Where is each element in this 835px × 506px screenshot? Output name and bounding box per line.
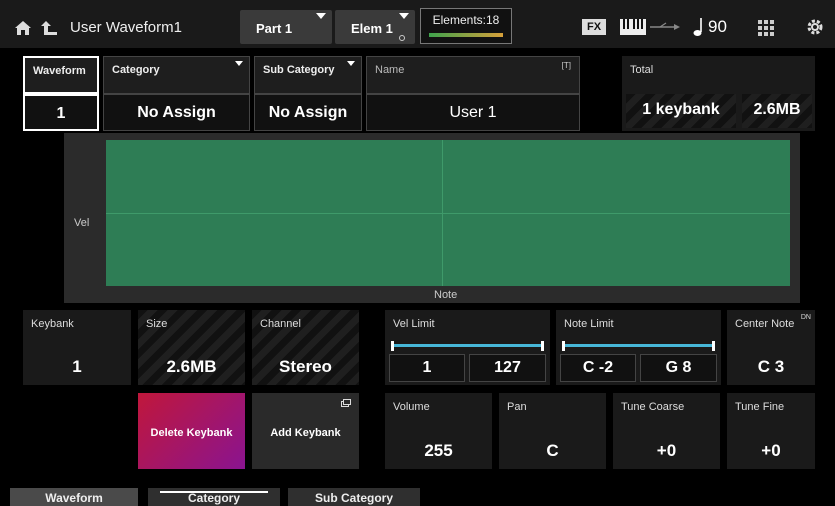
waveform-number[interactable]: 1 xyxy=(23,94,99,131)
pan-label: Pan xyxy=(507,401,527,413)
gear-icon[interactable] xyxy=(806,18,824,36)
vel-limit-high-handle[interactable] xyxy=(541,341,544,351)
volume-label: Volume xyxy=(393,401,430,413)
tune-fine-value: +0 xyxy=(761,441,781,460)
tune-coarse-value: +0 xyxy=(656,441,677,460)
tune-coarse-field[interactable]: Tune Coarse +0 xyxy=(613,393,720,469)
tempo-value[interactable]: 90 xyxy=(708,17,727,37)
fx-badge[interactable]: FX xyxy=(582,19,606,35)
delete-keybank-button[interactable]: Delete Keybank xyxy=(138,393,245,469)
caret-down-icon xyxy=(399,13,409,19)
name-value[interactable]: User 1 xyxy=(366,94,580,131)
note-limit-high[interactable]: G 8 xyxy=(640,354,717,382)
quarter-note-icon xyxy=(693,18,702,36)
name-header[interactable]: Name [T] xyxy=(366,56,580,94)
note-limit-high-handle[interactable] xyxy=(712,341,715,351)
elements-level-bar xyxy=(429,33,503,37)
note-limit-label: Note Limit xyxy=(564,318,614,330)
text-edit-icon: [T] xyxy=(561,61,571,70)
keybank-field[interactable]: Keybank 1 xyxy=(23,310,131,385)
sub-category-label: Sub Category xyxy=(263,64,335,76)
center-note-label: Center Note xyxy=(735,318,795,330)
keybank-label: Keybank xyxy=(31,318,74,330)
element-indicator-icon xyxy=(399,35,405,41)
sub-category-header[interactable]: Sub Category xyxy=(254,56,362,94)
tab-category-underline xyxy=(160,491,268,493)
keybank-value: 1 xyxy=(72,357,82,376)
total-label: Total xyxy=(630,64,654,76)
note-axis-label: Note xyxy=(434,289,458,301)
back-icon[interactable] xyxy=(40,20,58,36)
tab-sub-category-label: Sub Category xyxy=(314,491,393,505)
caret-down-icon xyxy=(316,13,326,19)
category-label: Category xyxy=(112,64,160,76)
elem-label: Elem 1 xyxy=(351,21,393,36)
size-label: Size xyxy=(146,318,168,330)
element-selector[interactable]: Elem 1 xyxy=(335,10,415,44)
total-size: 2.6MB xyxy=(742,94,812,128)
vel-limit-low-handle[interactable] xyxy=(391,341,394,351)
channel-value: Stereo xyxy=(279,357,332,376)
size-value: 2.6MB xyxy=(166,357,217,376)
vel-limit-label: Vel Limit xyxy=(393,318,435,330)
total-panel: Total 1 keybank 2.6MB xyxy=(622,56,815,131)
elements-label: Elements:18 xyxy=(432,13,500,27)
delete-keybank-label: Delete Keybank xyxy=(150,427,233,439)
channel-field: Channel Stereo xyxy=(252,310,359,385)
size-field: Size 2.6MB xyxy=(138,310,245,385)
tune-coarse-label: Tune Coarse xyxy=(621,401,685,413)
keyboard-input-icon[interactable]: DN xyxy=(801,314,811,321)
tab-category-label: Category xyxy=(187,491,240,505)
volume-value: 255 xyxy=(424,441,453,460)
popup-icon xyxy=(341,399,351,407)
top-bar: User Waveform1 Part 1 Elem 1 Elements:18… xyxy=(0,0,835,48)
tab-sub-category[interactable]: Sub Category xyxy=(288,488,420,506)
part-label: Part 1 xyxy=(256,21,293,36)
vel-limit-field[interactable]: Vel Limit 1 127 xyxy=(385,310,550,385)
keyboard-icon[interactable] xyxy=(620,19,646,35)
total-keybanks-text: 1 keybank xyxy=(642,101,720,118)
usb-icon xyxy=(650,22,680,30)
tab-waveform[interactable]: Waveform xyxy=(10,488,138,506)
pan-value: C xyxy=(546,441,559,460)
velocity-axis-label: Vel xyxy=(74,217,90,229)
elements-meter[interactable]: Elements:18 xyxy=(420,8,512,44)
category-header[interactable]: Category xyxy=(103,56,250,94)
page-title: User Waveform1 xyxy=(70,19,182,36)
volume-field[interactable]: Volume 255 xyxy=(385,393,492,469)
grid-icon[interactable] xyxy=(758,20,774,36)
tab-category[interactable]: Category xyxy=(148,488,280,506)
category-value[interactable]: No Assign xyxy=(103,94,250,131)
waveform-label: Waveform xyxy=(33,65,86,77)
note-limit-field[interactable]: Note Limit C -2 G 8 xyxy=(556,310,721,385)
note-limit-low-handle[interactable] xyxy=(562,341,565,351)
home-icon[interactable] xyxy=(14,20,32,36)
sub-category-value[interactable]: No Assign xyxy=(254,94,362,131)
note-limit-low[interactable]: C -2 xyxy=(560,354,636,382)
tab-waveform-label: Waveform xyxy=(45,491,103,505)
tune-fine-field[interactable]: Tune Fine +0 xyxy=(727,393,815,469)
pan-field[interactable]: Pan C xyxy=(499,393,606,469)
tune-fine-label: Tune Fine xyxy=(735,401,785,413)
center-note-field[interactable]: Center Note DN C 3 xyxy=(727,310,815,385)
total-keybank-count: 1 keybank xyxy=(626,94,736,128)
center-note-value: C 3 xyxy=(757,357,785,376)
caret-down-icon xyxy=(235,61,243,66)
waveform-header[interactable]: Waveform xyxy=(23,56,99,94)
part-selector[interactable]: Part 1 xyxy=(240,10,332,44)
note-limit-range-bar xyxy=(564,344,713,347)
add-keybank-label: Add Keybank xyxy=(270,427,341,439)
name-label: Name xyxy=(375,64,405,76)
vel-limit-low[interactable]: 1 xyxy=(389,354,465,382)
total-size-text: 2.6MB xyxy=(753,101,801,118)
caret-down-icon xyxy=(347,61,355,66)
add-keybank-button[interactable]: Add Keybank xyxy=(252,393,359,469)
channel-label: Channel xyxy=(260,318,301,330)
vel-limit-range-bar xyxy=(393,344,542,347)
vel-limit-high[interactable]: 127 xyxy=(469,354,546,382)
keybank-divider-horizontal xyxy=(106,213,790,214)
